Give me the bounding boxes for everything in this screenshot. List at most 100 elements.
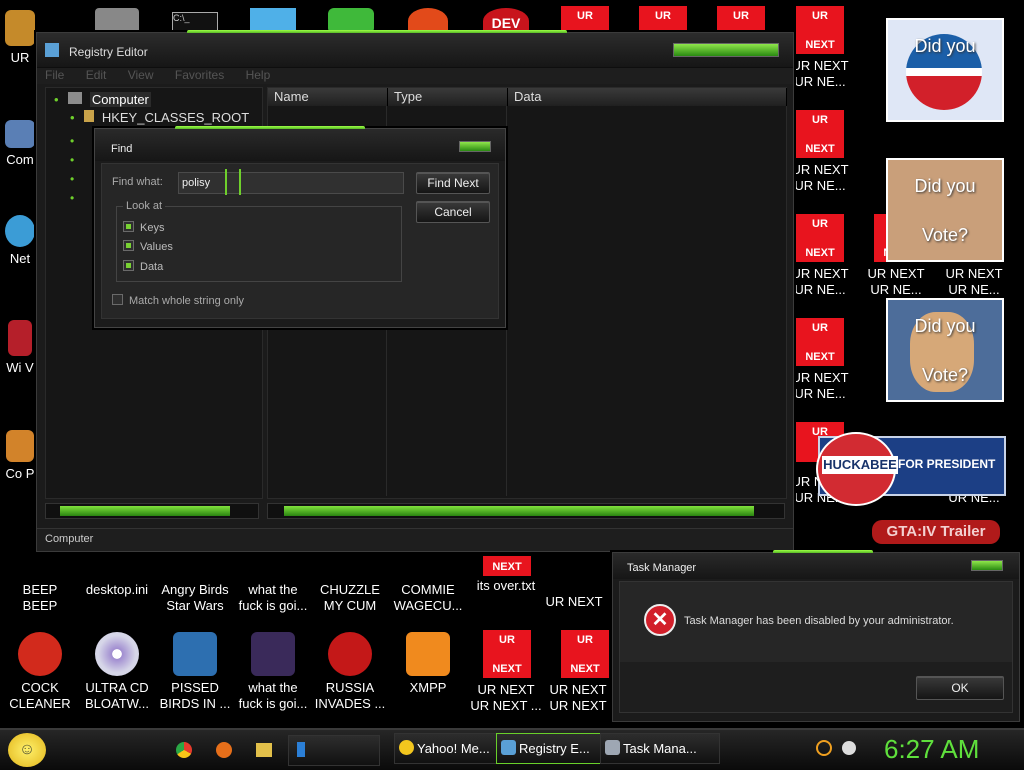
list-scrollbar[interactable] <box>267 503 785 519</box>
yahoo-messenger-icon <box>399 740 414 755</box>
desktop-icon-ultra-cd[interactable]: ULTRA CD BLOATW... <box>77 632 157 712</box>
checkbox-checked-icon <box>123 221 134 232</box>
ur-next-tile[interactable]: URNEXT <box>561 630 609 678</box>
find-what-input[interactable]: polisy <box>178 169 404 195</box>
chrome-icon[interactable] <box>176 742 192 758</box>
desktop-icon-top-1[interactable] <box>95 8 139 34</box>
desktop-icon-angry-birds-star-wars[interactable]: Angry Birds Star Wars <box>155 556 235 614</box>
desktop-icon-russia[interactable]: RUSSIA INVADES ... <box>310 632 390 712</box>
registry-status-bar: Computer <box>37 528 793 551</box>
keys-checkbox[interactable]: Keys <box>123 221 164 234</box>
column-name[interactable]: Name <box>268 88 388 106</box>
tree-item-label: HKEY_CLASSES_ROOT <box>101 110 250 125</box>
ur-next-tile[interactable]: URNEXT <box>796 214 844 262</box>
ur-next-tile[interactable]: UR <box>717 6 765 34</box>
data-checkbox[interactable]: Data <box>123 260 163 273</box>
error-icon: ✕ <box>644 604 676 636</box>
folder-icon[interactable] <box>256 743 272 757</box>
menu-file[interactable]: File <box>45 68 64 82</box>
desktop-icon-its-over[interactable]: its over.txt <box>466 578 546 594</box>
desktop-icon-what-the[interactable]: what the fuck is goi... <box>233 556 313 614</box>
desktop-icon-computer[interactable]: Com <box>0 120 40 168</box>
find-dialog[interactable]: Find Find what: polisy Find Next Cancel … <box>94 126 506 328</box>
ur-next-tile[interactable]: URNEXT <box>796 6 844 54</box>
task-manager-dialog[interactable]: Task Manager ✕ Task Manager has been dis… <box>612 550 1020 722</box>
menu-favorites[interactable]: Favorites <box>175 68 224 82</box>
desktop-icon-desktop-ini[interactable]: desktop.ini <box>77 556 157 598</box>
tray-search-icon[interactable] <box>816 740 832 756</box>
desktop-icon-recycle[interactable]: Wi V <box>0 320 40 376</box>
desktop-icon-ur-next-2[interactable]: UR NEXT UR NEXT ... <box>466 682 546 714</box>
match-whole-checkbox[interactable]: Match whole string only <box>112 294 244 307</box>
ur-next-tile[interactable]: URNEXT <box>483 630 531 678</box>
ok-button[interactable]: OK <box>916 676 1004 700</box>
folder-icon <box>84 110 95 122</box>
find-next-button[interactable]: Find Next <box>416 172 490 194</box>
desktop-icon-what-the-2[interactable]: what the fuck is goi... <box>233 632 313 712</box>
find-titlebar[interactable]: Find <box>95 129 505 161</box>
ur-next-tile[interactable]: UR <box>639 6 687 34</box>
huckabee-banner[interactable]: HUCKABEE FOR PRESIDENT <box>816 432 1006 506</box>
ur-next-tile[interactable]: NEXT <box>483 556 531 576</box>
mccain-vote-popup[interactable]: Did you Vote? <box>886 158 1004 262</box>
tile-label: UR NEXTUR NE... <box>867 266 925 297</box>
desktop-icon-pissed-birds[interactable]: PISSED BIRDS IN ... <box>155 632 235 712</box>
column-data[interactable]: Data <box>508 88 787 106</box>
desktop-icon-chuzzle[interactable]: CHUZZLE MY CUM <box>310 556 390 614</box>
obama-vote-popup[interactable]: Did you <box>886 18 1004 122</box>
cd-icon <box>95 632 139 676</box>
tree-scrollbar[interactable] <box>45 503 259 519</box>
window-control-buttons[interactable] <box>673 43 779 57</box>
desktop-icon-ur[interactable]: UR <box>0 10 40 66</box>
column-type[interactable]: Type <box>388 88 508 106</box>
desktop-icon-commie[interactable]: COMMIE WAGECU... <box>388 556 468 614</box>
desktop-icon-beep[interactable]: BEEP BEEP <box>0 556 80 614</box>
menu-view[interactable]: View <box>128 68 154 82</box>
menu-edit[interactable]: Edit <box>86 68 107 82</box>
checkbox-checked-icon <box>123 260 134 271</box>
quick-launch <box>176 740 286 760</box>
computer-icon <box>68 92 83 104</box>
angry-bird-icon <box>173 632 217 676</box>
scroll-thumb[interactable] <box>284 506 754 516</box>
start-button[interactable]: ☺ <box>8 733 46 767</box>
desktop-icon-xmpp[interactable]: XMPP <box>388 632 468 696</box>
computer-icon <box>5 120 35 148</box>
registry-icon <box>501 740 516 755</box>
desktop-icon-control[interactable]: Co P <box>0 430 40 482</box>
desktop-icon-ur-next-3[interactable]: UR NEXT UR NEXT <box>538 682 618 714</box>
values-checkbox[interactable]: Values <box>123 240 173 253</box>
firefox-icon[interactable] <box>216 742 232 758</box>
ur-next-tile[interactable]: UR <box>561 6 609 34</box>
expand-dot-icon: • <box>70 110 75 125</box>
tree-item-computer[interactable]: • Computer <box>54 92 151 107</box>
clock[interactable]: 6:27 AM <box>884 734 979 765</box>
tree-item-hkcr[interactable]: • HKEY_CLASSES_ROOT <box>70 110 249 125</box>
taskbar-task-manager[interactable]: Task Mana... <box>600 733 720 764</box>
ur-next-tile[interactable]: URNEXT <box>796 110 844 158</box>
registry-titlebar[interactable]: Registry Editor <box>37 33 793 68</box>
desktop-icon-network[interactable]: Net <box>0 215 40 267</box>
cancel-button[interactable]: Cancel <box>416 201 490 223</box>
scroll-thumb[interactable] <box>60 506 230 516</box>
find-what-value: polisy <box>182 177 211 189</box>
app-icon <box>406 556 450 578</box>
task-manager-icon <box>605 740 620 755</box>
find-what-label: Find what: <box>112 176 163 188</box>
app-icon <box>297 742 305 757</box>
gta-trailer-label[interactable]: GTA:IV Trailer <box>872 520 1000 544</box>
taskbar-blank-button[interactable] <box>288 735 380 766</box>
tray-status-icon[interactable] <box>842 741 856 755</box>
menu-help[interactable]: Help <box>246 68 271 82</box>
close-button[interactable] <box>971 560 1003 571</box>
look-at-label: Look at <box>123 200 166 212</box>
desktop-icon-cock-cleaner[interactable]: COCK CLEANER <box>0 632 80 712</box>
close-button[interactable] <box>459 141 491 152</box>
text-cursor-icon <box>225 169 241 195</box>
task-manager-titlebar[interactable]: Task Manager <box>613 553 1019 579</box>
clinton-vote-popup[interactable]: Did you Vote? <box>886 298 1004 402</box>
ur-next-tile[interactable]: URNEXT <box>796 318 844 366</box>
tree-root-label: Computer <box>89 92 151 107</box>
find-body: Find what: polisy Find Next Cancel Look … <box>101 163 499 319</box>
desktop-icon-ur-next[interactable]: UR NEXT <box>534 594 614 610</box>
